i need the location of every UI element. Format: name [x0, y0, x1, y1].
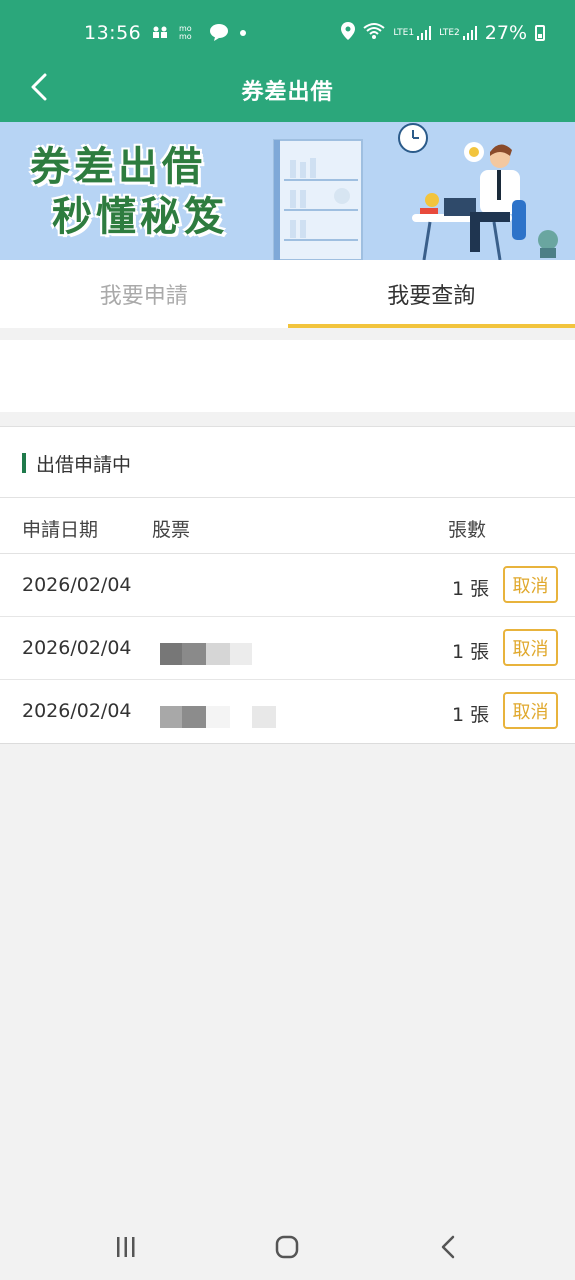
promo-banner[interactable]: 券差出借 秒懂秘笈 — [0, 122, 575, 260]
back-arrow-icon — [441, 1235, 455, 1259]
filter-area — [0, 340, 575, 412]
app-root: 13:56 mo mo LTE1 LTE2 27% 券差出借 券差出借 秒懂秘笈… — [0, 0, 575, 1280]
home-button[interactable] — [267, 1232, 307, 1262]
pending-lending-card: 出借申請中 申請日期 股票 張數 2026/02/04 1 張 取消 2026/… — [0, 426, 575, 744]
dot-icon — [239, 26, 247, 40]
row-qty: 1 張 — [452, 578, 490, 600]
banner-headline: 券差出借 秒懂秘笈 — [30, 142, 228, 242]
home-icon — [275, 1235, 299, 1259]
cancel-button[interactable]: 取消 — [503, 629, 558, 666]
redaction-block — [160, 580, 280, 602]
battery-icon — [535, 25, 545, 41]
status-left: 13:56 mo mo — [84, 22, 247, 44]
stock-name-redacted — [160, 580, 280, 602]
lte1-label: LTE1 — [393, 28, 415, 38]
header-stock: 股票 — [152, 519, 191, 541]
table-header: 申請日期 股票 張數 — [0, 497, 575, 554]
redaction-pixel — [160, 706, 182, 728]
table-row: 2026/02/04 1 張 取消 — [0, 680, 575, 743]
row-qty: 1 張 — [452, 704, 490, 726]
cancel-button[interactable]: 取消 — [503, 692, 558, 729]
status-right: LTE1 LTE2 27% — [341, 22, 545, 44]
system-nav-bar — [0, 1212, 575, 1280]
row-date: 2026/02/04 — [22, 574, 132, 596]
header-qty: 張數 — [448, 519, 487, 541]
cancel-button[interactable]: 取消 — [503, 566, 558, 603]
recent-apps-icon — [117, 1237, 135, 1257]
stock-name-redacted — [160, 643, 280, 665]
section-title: 出借申請中 — [22, 451, 132, 476]
stock-name-redacted — [160, 706, 280, 728]
page-title: 券差出借 — [241, 80, 334, 105]
redaction-pixel — [160, 643, 182, 665]
redaction-pixel — [182, 706, 206, 728]
redaction-pixel — [230, 643, 252, 665]
row-date: 2026/02/04 — [22, 637, 132, 659]
banner-line2: 秒懂秘笈 — [52, 194, 228, 240]
system-back-button[interactable] — [428, 1232, 468, 1262]
people-icon — [151, 25, 169, 42]
table-row: 2026/02/04 1 張 取消 — [0, 617, 575, 680]
redaction-pixel — [206, 706, 230, 728]
lte2-label: LTE2 — [439, 28, 460, 38]
row-date: 2026/02/04 — [22, 700, 132, 722]
wifi-icon — [363, 22, 386, 44]
location-icon — [341, 22, 356, 44]
redaction-pixel — [182, 643, 206, 665]
tab-bar: 我要申請 我要查詢 — [0, 260, 575, 328]
line-icon — [209, 23, 229, 44]
momo-icon: mo mo — [179, 24, 199, 43]
row-qty: 1 張 — [452, 641, 490, 663]
section-accent-bar — [22, 453, 26, 473]
banner-line1: 券差出借 — [30, 144, 206, 190]
table-row: 2026/02/04 1 張 取消 — [0, 554, 575, 617]
signal-lte2-icon: LTE2 — [439, 26, 477, 40]
redaction-pixel — [206, 643, 230, 665]
tab-apply[interactable]: 我要申請 — [0, 260, 288, 328]
tab-query[interactable]: 我要查詢 — [287, 260, 575, 328]
svg-text:mo: mo — [179, 32, 192, 40]
signal-lte1-icon: LTE1 — [393, 26, 432, 40]
header-date: 申請日期 — [22, 519, 99, 541]
recent-apps-button[interactable] — [106, 1232, 146, 1262]
app-header: 券差出借 — [0, 56, 575, 122]
redaction-pixel — [252, 706, 276, 728]
section-title-text: 出借申請中 — [36, 453, 132, 476]
status-time: 13:56 — [84, 22, 142, 44]
battery-percent: 27% — [484, 22, 527, 44]
